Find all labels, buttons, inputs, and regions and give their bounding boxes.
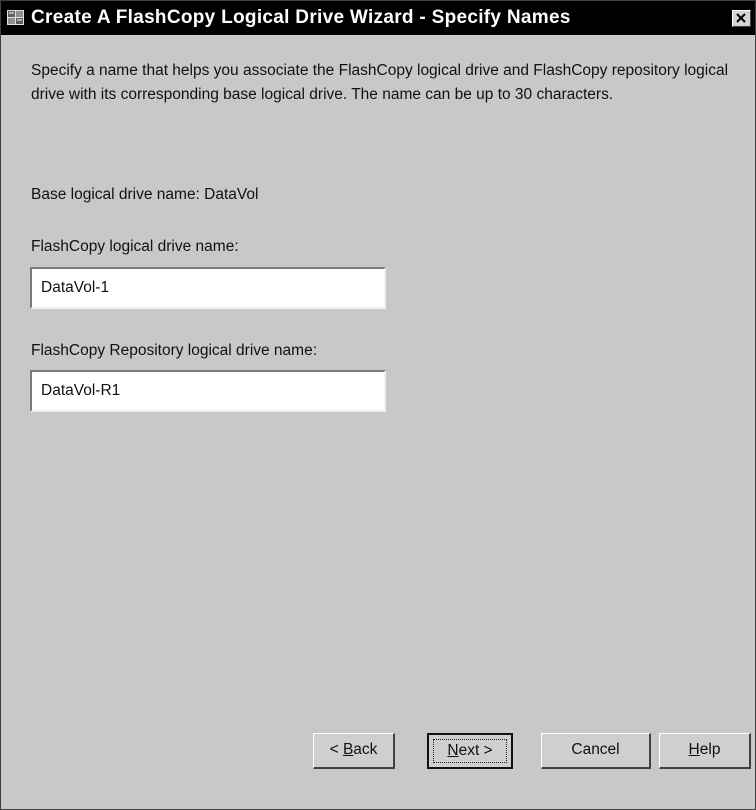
instructions-text: Specify a name that helps you associate … [31, 62, 729, 103]
help-mnemonic: H [688, 741, 700, 758]
help-button[interactable]: Help [659, 733, 751, 769]
flashcopy-name-label: FlashCopy logical drive name: [31, 238, 239, 255]
back-prefix: < [329, 741, 343, 758]
back-button[interactable]: < Back [313, 733, 395, 769]
next-label-rest: ext > [458, 742, 493, 759]
next-mnemonic: N [447, 742, 459, 759]
next-button[interactable]: Next > [427, 733, 513, 769]
close-icon[interactable] [732, 10, 751, 27]
help-label-rest: elp [699, 741, 721, 758]
repository-name-input[interactable] [30, 370, 386, 412]
repository-name-label: FlashCopy Repository logical drive name: [31, 342, 318, 359]
cancel-button[interactable]: Cancel [541, 733, 651, 769]
wizard-dialog: Create A FlashCopy Logical Drive Wizard … [0, 0, 756, 810]
wizard-app-icon [7, 10, 24, 25]
window-title: Create A FlashCopy Logical Drive Wizard … [31, 7, 571, 28]
flashcopy-name-input[interactable] [30, 267, 386, 309]
back-mnemonic: B [342, 741, 354, 758]
base-drive-name-label: Base logical drive name: DataVol [31, 186, 259, 203]
title-bar[interactable]: Create A FlashCopy Logical Drive Wizard … [1, 1, 755, 35]
wizard-content: Specify a name that helps you associate … [1, 35, 755, 809]
back-label-rest: ack [353, 741, 378, 758]
